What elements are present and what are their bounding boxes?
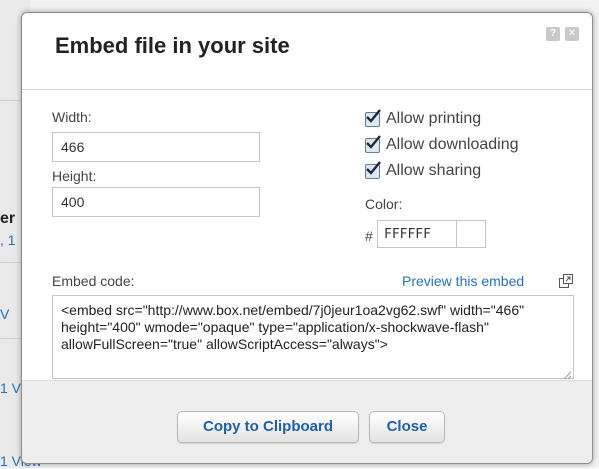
color-swatch[interactable] <box>456 220 486 248</box>
background-text: er <box>0 210 16 227</box>
height-label: Height: <box>52 168 97 184</box>
close-icon[interactable]: ✕ <box>565 27 579 41</box>
help-icon[interactable]: ? <box>546 27 560 41</box>
allow-printing-label: Allow printing <box>386 110 482 127</box>
resize-grip-icon[interactable] <box>562 367 572 380</box>
embed-dialog: Embed file in your site ? ✕ Width: Heigh… <box>21 12 593 464</box>
color-hash-prefix: # <box>365 228 373 244</box>
copy-to-clipboard-button[interactable]: Copy to Clipboard <box>177 411 359 443</box>
dialog-footer: Copy to Clipboard Close <box>22 380 592 463</box>
color-input[interactable] <box>377 220 459 248</box>
width-input[interactable] <box>52 132 260 162</box>
checkbox-checked-icon <box>365 160 381 179</box>
preview-embed-link[interactable]: Preview this embed <box>402 273 524 289</box>
checkbox-checked-icon <box>365 134 381 153</box>
allow-sharing-label: Allow sharing <box>386 162 482 179</box>
height-input[interactable] <box>52 187 260 217</box>
checkbox-checked-icon <box>365 108 381 127</box>
background-link[interactable]: 1 V <box>0 380 21 396</box>
color-label: Color: <box>365 196 403 212</box>
width-label: Width: <box>52 109 92 125</box>
close-button[interactable]: Close <box>369 411 445 443</box>
popout-icon[interactable] <box>559 274 573 288</box>
embed-code-textarea[interactable]: <embed src="http://www.box.net/embed/7j0… <box>52 295 574 379</box>
allow-printing-checkbox[interactable]: Allow printing <box>365 107 481 131</box>
allow-sharing-checkbox[interactable]: Allow sharing <box>365 159 481 183</box>
allow-downloading-label: Allow downloading <box>386 136 519 153</box>
allow-downloading-checkbox[interactable]: Allow downloading <box>365 133 519 157</box>
dialog-title: Embed file in your site <box>55 33 290 58</box>
dialog-body: Width: Height: Allow printing Allow down… <box>22 90 592 380</box>
dialog-header: Embed file in your site ? ✕ <box>22 13 592 90</box>
background-text: , 1 <box>0 232 16 248</box>
embed-code-label: Embed code: <box>52 273 135 289</box>
background-link[interactable]: V <box>0 306 9 322</box>
